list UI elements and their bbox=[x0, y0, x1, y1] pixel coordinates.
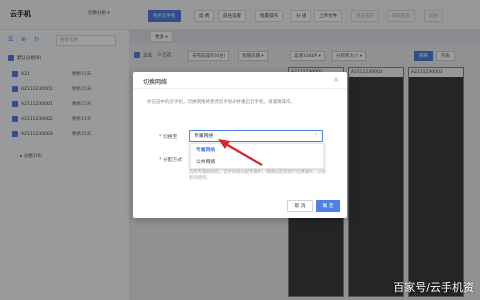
allocation-label: * 分配方式 bbox=[159, 158, 183, 163]
network-select[interactable]: 专属网络 ⌃ bbox=[189, 130, 323, 142]
close-icon[interactable]: × bbox=[333, 76, 339, 84]
option-dedicated-network[interactable]: 专属网络 bbox=[191, 145, 323, 157]
chevron-up-icon: ⌃ bbox=[313, 133, 318, 139]
confirm-button[interactable]: 确 定 bbox=[316, 200, 340, 212]
network-dropdown: 专属网络 公共网络 bbox=[190, 143, 324, 169]
switch-network-dialog: 切换网络 × 你已选中的云手机，切换网络将更改云手机IP并重启云手机，请谨慎操作… bbox=[133, 72, 347, 218]
dialog-note: 选择专属网络后，云手机将分配专属IP，请确认后再进行切换操作，以免影响使用。 bbox=[189, 170, 327, 181]
dialog-description: 你已选中的云手机，切换网络将更改云手机IP并重启云手机，请谨慎操作。 bbox=[147, 100, 296, 105]
option-public-network[interactable]: 公共网络 bbox=[191, 157, 323, 169]
dialog-title: 切换网络 bbox=[143, 79, 168, 86]
cancel-button[interactable]: 取 消 bbox=[287, 200, 313, 212]
watermark: 百家号/云手机资 bbox=[393, 281, 474, 294]
dialog-header: 切换网络 × bbox=[133, 72, 347, 89]
network-select-value: 专属网络 bbox=[194, 134, 214, 139]
switch-to-label: * 切换至 bbox=[159, 135, 178, 140]
